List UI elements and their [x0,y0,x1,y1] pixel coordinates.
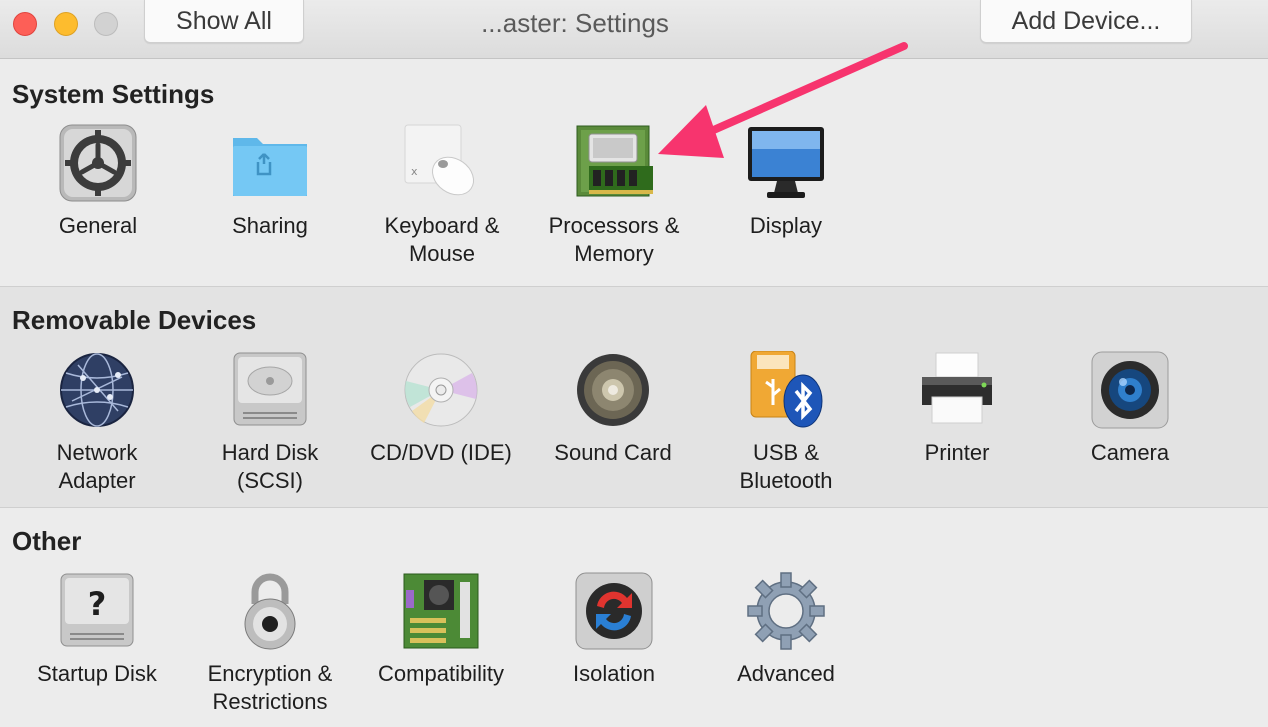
add-device-button[interactable]: Add Device... [980,0,1192,43]
svg-text:x: x [411,165,418,178]
gear-icon [59,124,137,202]
keyboard-mouse-icon: x [404,124,474,196]
startup-disk-icon: ? [60,573,134,647]
section-system-settings: System Settings General Sharing x Keyboa… [0,59,1268,285]
item-label: General [58,213,138,238]
item-label: Keyboard & Mouse [384,213,500,266]
item-label: Hard Disk (SCSI) [221,440,319,493]
item-label: Network Adapter [56,440,138,493]
minimize-window-button[interactable] [54,12,78,36]
advanced-gear-icon [747,572,825,650]
item-label: CD/DVD (IDE) [370,440,512,465]
section-removable-devices: Removable Devices Network Adapter Hard D… [0,286,1268,507]
camera-icon [1091,351,1169,429]
svg-text:?: ? [88,585,107,623]
item-label: Encryption & Restrictions [207,661,333,714]
item-label: Compatibility [378,661,504,686]
item-label: Startup Disk [37,661,157,686]
usb-bluetooth-icon [750,351,823,428]
item-label: Sound Card [554,440,672,465]
speaker-icon [577,354,649,426]
item-label: Sharing [232,213,308,238]
section-title: System Settings [12,79,215,109]
item-label: Processors & Memory [548,213,680,266]
globe-network-icon [60,353,134,427]
section-other: Other ? Startup Disk Encryption & Restri… [0,507,1268,727]
monitor-icon [748,127,824,198]
item-label: Camera [1090,440,1170,465]
show-all-button[interactable]: Show All [144,0,304,43]
close-window-button[interactable] [13,12,37,36]
zoom-window-button[interactable] [94,12,118,36]
hard-disk-icon [233,352,307,426]
section-title: Other [12,526,82,556]
memory-module-icon [576,125,653,197]
isolation-icon [575,572,653,650]
item-label: Advanced [737,661,835,686]
item-label: Printer [924,440,990,465]
shared-folder-icon [233,138,307,196]
section-title: Removable Devices [12,305,257,335]
printer-icon [922,352,992,424]
item-label: USB & Bluetooth [739,440,833,493]
motherboard-icon [403,573,479,649]
padlock-icon [244,573,296,650]
cd-icon [404,353,478,427]
window-title: ...aster: Settings [481,8,669,38]
item-label: Display [749,213,823,238]
item-label: Isolation [573,661,655,686]
window-titlebar: Show All ...aster: Settings Add Device..… [0,0,1268,59]
